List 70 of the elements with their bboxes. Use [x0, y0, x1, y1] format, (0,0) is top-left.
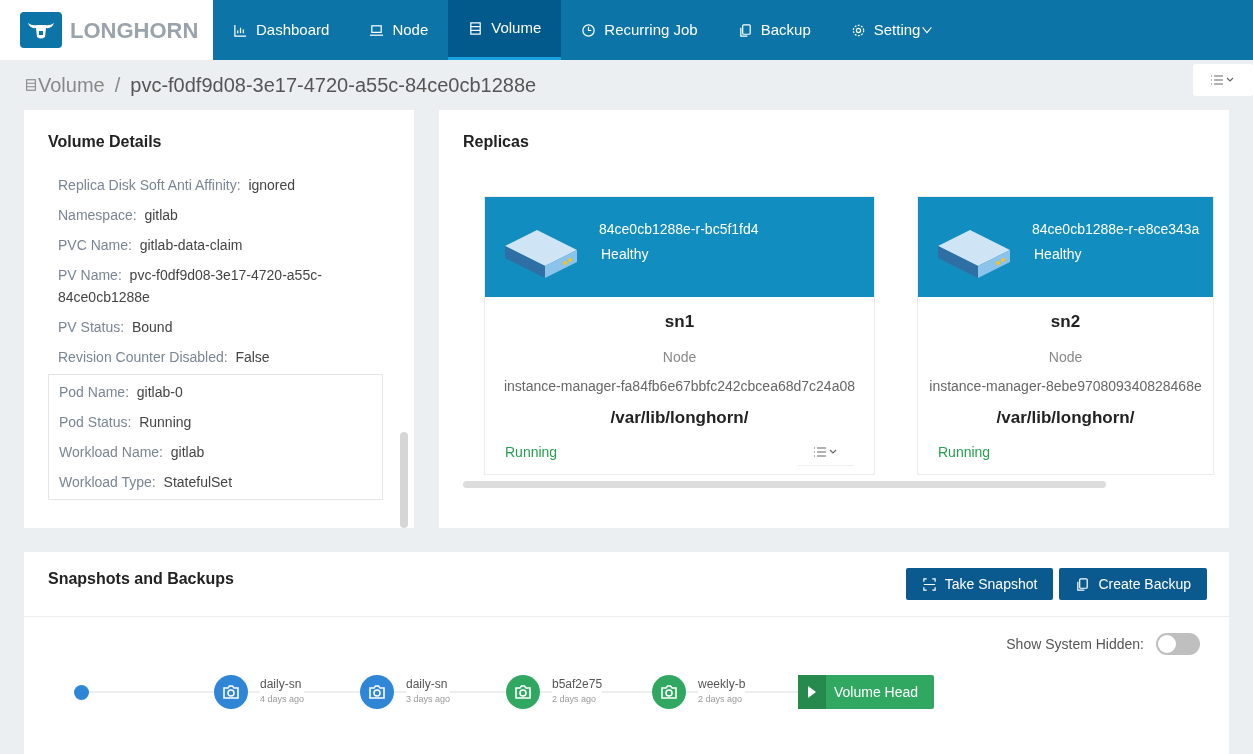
breadcrumb-current: pvc-f0df9d08-3e17-4720-a55c-84ce0cb1288e: [130, 73, 537, 98]
snapshot-age: 3 days ago: [406, 693, 451, 706]
node-label: Node: [1048, 347, 1083, 367]
camera-icon[interactable]: [652, 675, 686, 709]
detail-field: PVC Name: gitlab-data-claim: [58, 230, 358, 260]
detail-field: Replica Disk Soft Anti Affinity: ignored: [58, 170, 358, 200]
detail-field: Namespace: gitlab: [58, 200, 358, 230]
detail-field: Pod Name: gitlab-0: [59, 377, 359, 407]
nav-tab[interactable]: Volume: [448, 0, 562, 60]
replica-state: Running: [505, 442, 558, 462]
scan-icon: [921, 576, 937, 592]
camera-icon[interactable]: [214, 675, 248, 709]
laptop-icon: [369, 22, 385, 38]
disk-path: /var/lib/longhorn/: [996, 406, 1135, 429]
camera-icon[interactable]: [506, 675, 540, 709]
toggle-switch[interactable]: [1156, 633, 1200, 655]
nav-tab[interactable]: Backup: [717, 0, 831, 60]
nav-tab[interactable]: Node: [349, 0, 449, 60]
snapshot-name: daily-sn: [260, 677, 303, 691]
panel-title: Replicas: [463, 132, 530, 152]
snapshot-name: weekly-b: [698, 677, 746, 691]
nav-tab[interactable]: Dashboard: [213, 0, 350, 60]
list-box-icon: [468, 21, 484, 36]
replica-health: Healthy: [600, 245, 650, 264]
snapshot-age: 4 days ago: [260, 693, 305, 706]
horizontal-scrollbar[interactable]: [463, 481, 1106, 488]
nav-tab[interactable]: Recurring Job: [561, 0, 718, 60]
snapshot-age: 2 days ago: [698, 693, 744, 706]
breadcrumb-link[interactable]: Volume: [38, 70, 105, 100]
menu-button[interactable]: [1193, 64, 1253, 96]
detail-field: Revision Counter Disabled: False: [58, 342, 358, 372]
replica-name: 84ce0cb1288e-r-bc5f1fd4: [599, 220, 759, 239]
panel-title: Volume Details: [48, 132, 163, 152]
detail-field: Workload Type: StatefulSet: [59, 467, 359, 497]
detail-field: Pod Status: Running: [59, 407, 359, 437]
play-icon: [807, 685, 817, 699]
panel-title: Snapshots and Backups: [48, 569, 234, 589]
breadcrumb-separator: /: [114, 73, 121, 98]
detail-field: PV Name: pvc-f0df9d08-3e17-4720-a55c-84ce0cb1288e: [58, 260, 358, 312]
replica-state: Running: [938, 442, 991, 462]
instance-manager-name: instance-manager-fa84fb6e67bbfc242cbcea68d7c24a08: [503, 376, 855, 396]
action-button[interactable]: Create Backup: [1059, 568, 1207, 600]
replica-name: 84ce0cb1288e-r-e8ce343a: [1032, 220, 1200, 239]
list-box-icon: [24, 78, 38, 92]
list-dropdown-icon: [1210, 73, 1236, 87]
volume-head-button[interactable]: Volume Head: [798, 675, 935, 709]
copy-icon: [737, 22, 753, 38]
disk-path: /var/lib/longhorn/: [610, 406, 749, 429]
copy-icon: [1075, 576, 1091, 592]
scrollbar-thumb[interactable]: [400, 432, 408, 528]
camera-icon[interactable]: [360, 675, 394, 709]
snapshot-age: 2 days ago: [552, 693, 598, 706]
clock-icon: [581, 22, 597, 38]
list-dropdown-icon: [813, 444, 839, 459]
bar-chart-icon: [233, 22, 248, 38]
detail-field: Workload Name: gitlab: [59, 437, 359, 467]
snapshot-name: daily-sn: [406, 677, 449, 691]
detail-field: PV Status: Bound: [58, 312, 358, 342]
instance-manager-name: instance-manager-8ebe970809340828468e: [929, 376, 1202, 396]
node-name: sn1: [664, 311, 695, 333]
snapshot-name: b5af2e75: [552, 677, 603, 691]
node-name: sn2: [1050, 311, 1081, 333]
brand-name: LONGHORN: [70, 16, 199, 45]
toggle-label: Show System Hidden:: [1006, 634, 1144, 654]
settings-icon: [850, 22, 866, 38]
nav-tab[interactable]: Setting: [830, 0, 955, 60]
replica-health: Healthy: [1033, 245, 1083, 264]
action-button[interactable]: Take Snapshot: [905, 568, 1054, 600]
node-label: Node: [662, 347, 697, 367]
logo-icon: [20, 12, 62, 48]
